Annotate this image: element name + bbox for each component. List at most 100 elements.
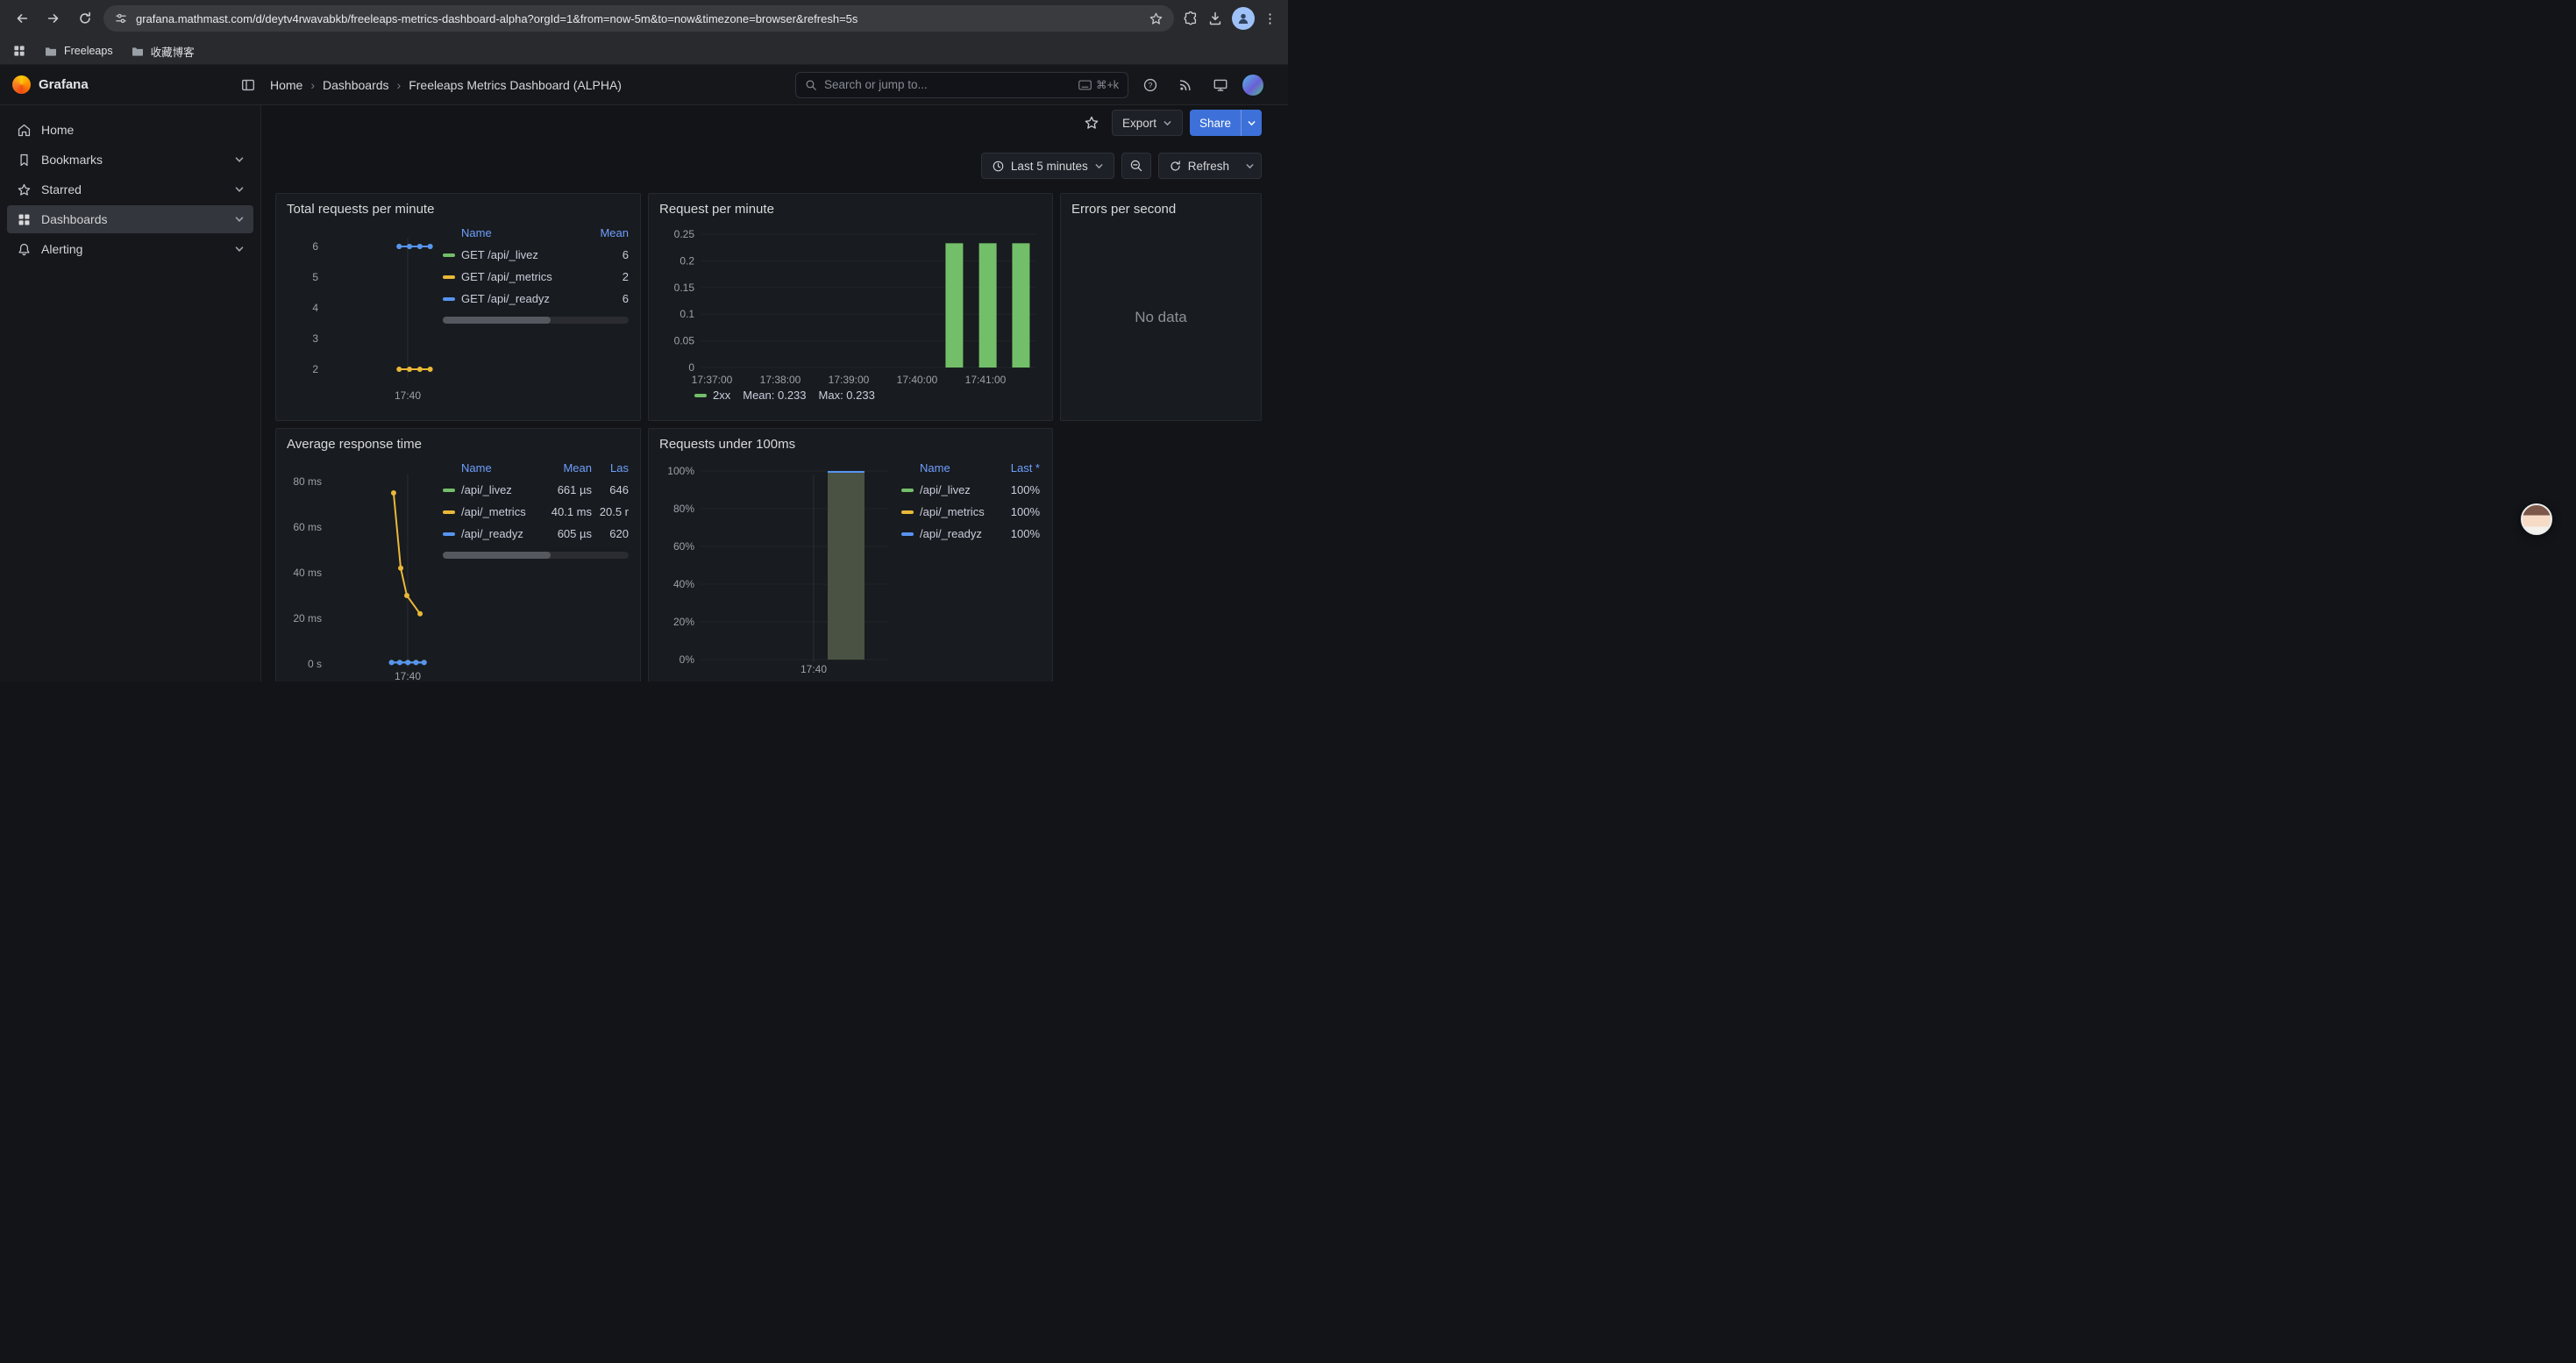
zoom-out-icon xyxy=(1129,159,1143,173)
sidebar-item-label: Bookmarks xyxy=(41,153,224,167)
search-box[interactable]: ⌘+k xyxy=(795,72,1128,98)
time-range-picker[interactable]: Last 5 minutes xyxy=(981,153,1114,179)
legend-table[interactable]: NameLast */api/_livez100%/api/_metrics10… xyxy=(901,457,1040,545)
star-outline-icon xyxy=(1084,115,1099,131)
extensions-icon[interactable] xyxy=(1183,11,1199,26)
svg-text:100%: 100% xyxy=(667,465,694,477)
sidebar-item-bookmarks[interactable]: Bookmarks xyxy=(7,146,253,174)
apps-icon xyxy=(16,212,32,227)
display-button[interactable] xyxy=(1207,72,1234,98)
user-avatar[interactable] xyxy=(1242,75,1263,96)
legend-row: /api/_livez100% xyxy=(901,479,1040,501)
svg-text:17:41:00: 17:41:00 xyxy=(965,374,1007,386)
sidebar-item-dashboards[interactable]: Dashboards xyxy=(7,205,253,233)
share-button[interactable]: Share xyxy=(1190,110,1241,136)
svg-text:0.2: 0.2 xyxy=(680,254,694,267)
browser-profile-avatar[interactable] xyxy=(1232,7,1255,30)
svg-text:17:40: 17:40 xyxy=(801,663,827,675)
legend-row: /api/_metrics100% xyxy=(901,501,1040,523)
breadcrumb-home[interactable]: Home xyxy=(270,78,302,92)
legend-scrollbar[interactable] xyxy=(443,317,629,324)
svg-text:20 ms: 20 ms xyxy=(293,612,322,624)
news-button[interactable] xyxy=(1172,72,1199,98)
help-button[interactable]: ? xyxy=(1137,72,1163,98)
sidebar-item-home[interactable]: Home xyxy=(7,116,253,144)
scrollbar-thumb[interactable] xyxy=(443,317,551,324)
export-button[interactable]: Export xyxy=(1112,110,1183,136)
panel-title[interactable]: Total requests per minute xyxy=(276,194,640,217)
grafana-home-link[interactable]: Grafana xyxy=(12,75,89,94)
chevron-down-icon xyxy=(1245,161,1255,171)
panel-total-requests-per-minute: Total requests per minute 6543217:40 Nam… xyxy=(275,193,641,421)
sidebar-toggle-button[interactable] xyxy=(235,72,261,98)
chevron-down-icon[interactable] xyxy=(234,154,245,165)
refresh-button[interactable]: Refresh xyxy=(1158,153,1239,179)
chevron-down-icon xyxy=(1094,161,1104,171)
panel-title[interactable]: Errors per second xyxy=(1061,194,1261,217)
breadcrumb: Home › Dashboards › Freeleaps Metrics Da… xyxy=(270,78,622,92)
browser-actions: ⋮ xyxy=(1179,7,1279,30)
site-settings-icon[interactable] xyxy=(114,11,128,25)
chevron-down-icon[interactable] xyxy=(234,214,245,225)
chevron-down-icon xyxy=(1163,118,1172,128)
url-text: grafana.mathmast.com/d/deytv4rwavabkb/fr… xyxy=(136,12,1141,25)
svg-text:40%: 40% xyxy=(673,578,694,590)
legend-scrollbar[interactable] xyxy=(443,552,629,559)
zoom-out-button[interactable] xyxy=(1121,153,1151,179)
sidebar-item-label: Starred xyxy=(41,182,224,196)
panel-title[interactable]: Average response time xyxy=(276,429,640,452)
search-input[interactable] xyxy=(824,78,1071,91)
bookmark-folder-label: 收藏博客 xyxy=(151,43,195,60)
sidebar-item-starred[interactable]: Starred xyxy=(7,175,253,203)
folder-icon xyxy=(131,44,145,58)
forward-button[interactable] xyxy=(40,5,67,32)
bookmark-folder-freeleaps[interactable]: Freeleaps xyxy=(44,44,113,58)
svg-text:17:38:00: 17:38:00 xyxy=(760,374,801,386)
chevron-down-icon[interactable] xyxy=(234,184,245,195)
legend-table[interactable]: NameMeanGET /api/_livez6GET /api/_metric… xyxy=(443,222,629,310)
refresh-icon xyxy=(1169,160,1182,173)
average-response-time-chart: 80 ms60 ms40 ms20 ms0 s17:40 xyxy=(287,457,436,682)
no-data-message: No data xyxy=(1071,222,1250,413)
legend-table[interactable]: NameMeanLas/api/_livez661 µs646/api/_met… xyxy=(443,457,629,545)
legend-series-2xx[interactable]: 2xx xyxy=(694,389,730,402)
legend-inline: 2xx Mean: 0.233 Max: 0.233 xyxy=(659,387,1042,402)
panel-title[interactable]: Request per minute xyxy=(649,194,1052,217)
favorite-dashboard-button[interactable] xyxy=(1078,110,1105,136)
sidebar-item-alerting[interactable]: Alerting xyxy=(7,235,253,263)
svg-text:6: 6 xyxy=(312,240,318,253)
breadcrumb-dashboards[interactable]: Dashboards xyxy=(323,78,389,92)
reload-button[interactable] xyxy=(72,5,98,32)
breadcrumb-separator: › xyxy=(397,78,402,92)
svg-text:17:40: 17:40 xyxy=(395,670,421,682)
legend-row: GET /api/_readyz6 xyxy=(443,288,629,310)
svg-text:2: 2 xyxy=(312,363,318,375)
url-bar[interactable]: grafana.mathmast.com/d/deytv4rwavabkb/fr… xyxy=(103,5,1174,32)
chevron-down-icon xyxy=(1247,118,1256,128)
browser-toolbar: grafana.mathmast.com/d/deytv4rwavabkb/fr… xyxy=(0,0,1288,37)
svg-text:0.1: 0.1 xyxy=(680,308,694,320)
search-icon xyxy=(805,79,817,91)
bookmark-star-icon[interactable] xyxy=(1149,11,1163,26)
panel-title[interactable]: Requests under 100ms xyxy=(649,429,1052,452)
panel-collapse-icon xyxy=(240,77,256,93)
legend-row: /api/_readyz100% xyxy=(901,523,1040,545)
dashboard-grid: Total requests per minute 6543217:40 Nam… xyxy=(261,179,1288,682)
svg-text:?: ? xyxy=(1149,81,1153,89)
legend-max: Max: 0.233 xyxy=(819,389,875,402)
browser-menu-button[interactable]: ⋮ xyxy=(1263,11,1276,26)
refresh-interval-button[interactable] xyxy=(1239,153,1262,179)
chat-widget-avatar[interactable] xyxy=(2521,503,2552,535)
share-menu-button[interactable] xyxy=(1241,110,1262,136)
bookmark-icon xyxy=(16,153,32,168)
panel-requests-under-100ms: Requests under 100ms 100%80%60%40%20%0%1… xyxy=(648,428,1053,682)
back-button[interactable] xyxy=(9,5,35,32)
downloads-icon[interactable] xyxy=(1207,11,1223,26)
sidebar: Home Bookmarks Starred Dashboards Alerti… xyxy=(0,105,261,682)
legend-row: GET /api/_metrics2 xyxy=(443,266,629,288)
bookmark-folder-blogs[interactable]: 收藏博客 xyxy=(131,43,195,60)
scrollbar-thumb[interactable] xyxy=(443,552,551,559)
apps-grid-icon[interactable] xyxy=(12,44,26,58)
sidebar-item-label: Home xyxy=(41,123,245,137)
chevron-down-icon[interactable] xyxy=(234,244,245,254)
